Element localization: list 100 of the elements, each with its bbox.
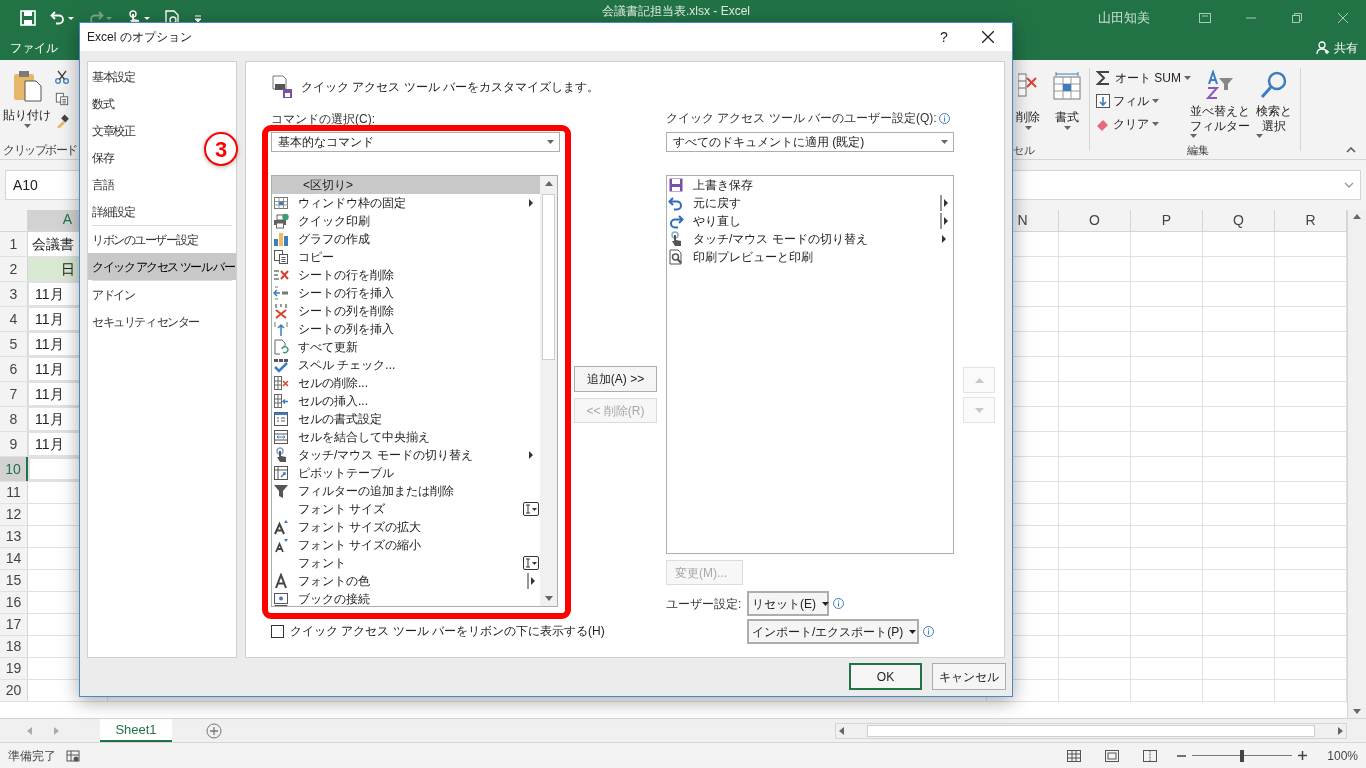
cancel-button[interactable]: キャンセル xyxy=(932,663,1006,690)
autosum-button[interactable]: オート SUM xyxy=(1096,68,1194,87)
row-header[interactable]: 1 xyxy=(0,232,28,256)
row-header[interactable]: 6 xyxy=(0,357,28,381)
save-icon[interactable] xyxy=(20,9,36,26)
command-item[interactable]: ブックの接続 xyxy=(272,590,540,608)
command-item[interactable]: シートの行を挿入 xyxy=(272,284,540,302)
command-item[interactable]: シートの列を挿入 xyxy=(272,320,540,338)
toolbar-item[interactable]: 元に戻す xyxy=(667,194,953,212)
toolbar-items-list[interactable]: 上書き保存 元に戻す やり直し タッチ/マウス モードの切り替え 印刷プレビューと印刷 xyxy=(666,175,954,554)
toolbar-item[interactable]: 上書き保存 xyxy=(667,176,953,194)
command-item[interactable]: フィルターの追加または削除 xyxy=(272,482,540,500)
command-item[interactable]: ウィンドウ枠の固定 xyxy=(272,194,540,212)
vertical-scrollbar[interactable] xyxy=(1347,210,1366,718)
command-item[interactable]: フォント xyxy=(272,554,540,572)
toolbar-item[interactable]: やり直し xyxy=(667,212,953,230)
zoom-slider[interactable] xyxy=(1192,749,1293,762)
command-item[interactable]: すべて更新 xyxy=(272,338,540,356)
row-header[interactable]: 9 xyxy=(0,432,28,456)
row-header[interactable]: 8 xyxy=(0,407,28,431)
file-tab[interactable]: ファイル xyxy=(0,35,68,60)
command-item[interactable]: フォント サイズの拡大 xyxy=(272,518,540,536)
zoom-in-icon[interactable] xyxy=(1298,751,1308,760)
command-item[interactable]: フォント サイズの縮小 xyxy=(272,536,540,554)
nav-item[interactable]: 基本設定 xyxy=(88,63,135,90)
reset-button[interactable]: リセット(E) xyxy=(747,591,829,616)
add-button[interactable]: 追加(A) >> xyxy=(574,366,657,392)
command-item[interactable]: シートの列を削除 xyxy=(272,302,540,320)
checkbox[interactable] xyxy=(271,624,284,638)
document-scope-dropdown[interactable]: すべてのドキュメントに適用 (既定) xyxy=(666,132,954,152)
zoom-out-icon[interactable] xyxy=(1177,754,1187,757)
row-header[interactable]: 17 xyxy=(0,614,28,635)
row-header[interactable]: 4 xyxy=(0,307,28,331)
help-button[interactable]: ? xyxy=(934,26,954,48)
nav-item[interactable]: 保存 xyxy=(88,144,114,171)
column-header[interactable]: P xyxy=(1131,210,1203,231)
row-header[interactable]: 18 xyxy=(0,636,28,657)
row-header[interactable]: 20 xyxy=(0,680,28,701)
command-item[interactable]: グラフの作成 xyxy=(272,230,540,248)
group-label: クリップボード xyxy=(3,142,77,159)
row-header[interactable]: 11 xyxy=(0,482,28,503)
command-item[interactable]: セルの書式設定 xyxy=(272,410,540,428)
commands-list[interactable] xyxy=(271,175,558,607)
row-header[interactable]: 13 xyxy=(0,526,28,547)
command-item[interactable]: ピボットテーブル xyxy=(272,464,540,482)
command-item[interactable]: スペル チェック... xyxy=(272,356,540,374)
command-item[interactable]: <区切り> xyxy=(272,176,540,194)
scrollbar-thumb[interactable] xyxy=(542,194,555,360)
command-item[interactable]: セルの挿入... xyxy=(272,392,540,410)
copy-icon[interactable] xyxy=(55,92,69,106)
show-below-ribbon-checkbox[interactable]: クイック アクセス ツール バーをリボンの下に表示する(H) xyxy=(271,622,605,640)
row-header[interactable]: 7 xyxy=(0,382,28,406)
page-layout-icon[interactable] xyxy=(1105,749,1120,762)
command-item[interactable]: フォント サイズ xyxy=(272,500,540,518)
zoom-slider-thumb[interactable] xyxy=(1240,749,1245,762)
horizontal-scrollbar[interactable] xyxy=(835,722,1347,739)
sheet-tab[interactable]: Sheet1 xyxy=(100,719,172,742)
command-item[interactable]: セルの削除... xyxy=(272,374,540,392)
nav-item[interactable]: 数式 xyxy=(88,90,114,117)
command-item[interactable]: フォントの色 xyxy=(272,572,540,590)
normal-view-icon[interactable] xyxy=(1067,749,1082,762)
import-export-button[interactable]: インポート/エクスポート(P) xyxy=(747,619,919,644)
command-item[interactable]: セルを結合して中央揃え xyxy=(272,428,540,446)
pivot-table-icon xyxy=(273,465,289,481)
format-button[interactable]: 書式 xyxy=(1047,60,1087,140)
macro-record-icon[interactable] xyxy=(66,748,80,763)
list-scrollbar[interactable] xyxy=(540,176,557,606)
row-header[interactable]: 3 xyxy=(0,282,28,306)
add-sheet-icon[interactable] xyxy=(206,722,222,739)
row-header[interactable]: 5 xyxy=(0,332,28,356)
column-header[interactable]: Q xyxy=(1203,210,1275,231)
command-item[interactable]: クイック印刷 xyxy=(272,212,540,230)
row-header[interactable]: 16 xyxy=(0,592,28,613)
row-header[interactable]: 12 xyxy=(0,504,28,525)
toolbar-item[interactable]: 印刷プレビューと印刷 xyxy=(667,248,953,266)
find-select-button[interactable]: 検索と 選択 xyxy=(1247,60,1300,140)
undo-icon[interactable] xyxy=(50,9,74,26)
format-painter-icon[interactable] xyxy=(55,114,69,128)
scissors-icon[interactable] xyxy=(55,70,69,84)
toolbar-item[interactable]: タッチ/マウス モードの切り替え xyxy=(667,230,953,248)
command-item[interactable]: コピー xyxy=(272,248,540,266)
nav-item[interactable]: クイック アクセス ツール バー xyxy=(88,253,236,280)
page-break-icon[interactable] xyxy=(1143,749,1158,762)
row-header[interactable]: 15 xyxy=(0,570,28,591)
customize-toolbar-icon[interactable] xyxy=(194,13,202,22)
command-item[interactable]: タッチ/マウス モードの切り替え xyxy=(272,446,540,464)
nav-item[interactable]: 文章校正 xyxy=(88,117,135,144)
delete-cells-button[interactable]: 削除 xyxy=(1013,60,1043,140)
column-header[interactable]: O xyxy=(1059,210,1131,231)
row-header[interactable]: 10 xyxy=(0,457,28,481)
caret-icon xyxy=(909,629,917,634)
share-button[interactable]: 共有 xyxy=(1316,38,1358,57)
commands-dropdown[interactable]: 基本的なコマンド xyxy=(271,132,560,152)
collapse-ribbon-icon[interactable] xyxy=(1346,147,1356,153)
row-header[interactable]: 14 xyxy=(0,548,28,569)
row-header[interactable]: 19 xyxy=(0,658,28,679)
row-header[interactable]: 2 xyxy=(0,257,28,281)
ok-button[interactable]: OK xyxy=(849,663,922,690)
command-item[interactable]: シートの行を削除 xyxy=(272,266,540,284)
paste-button[interactable]: 貼り付け xyxy=(5,60,49,139)
